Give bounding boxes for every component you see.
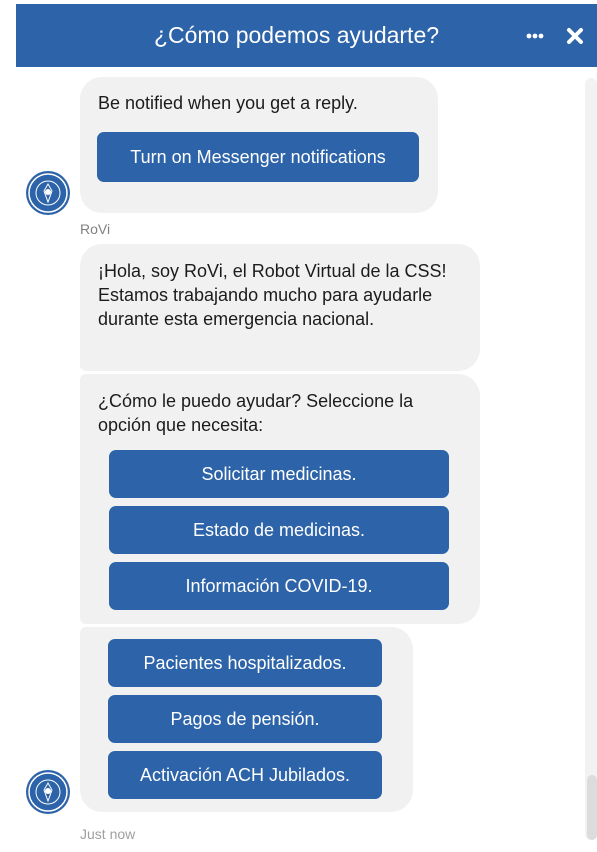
message-timestamp: Just now (80, 826, 136, 842)
greeting-bubble: ¡Hola, soy RoVi, el Robot Virtual de la … (80, 244, 480, 371)
sender-name: RoVi (80, 221, 111, 237)
prompt-text: ¿Cómo le puedo ayudar? Seleccione la opc… (98, 391, 414, 435)
option-pagos-pension-button[interactable]: Pagos de pensión. (108, 695, 382, 743)
greeting-text: ¡Hola, soy RoVi, el Robot Virtual de la … (98, 261, 447, 329)
notification-text: Be notified when you get a reply. (98, 93, 358, 113)
chat-title: ¿Cómo podemos ayudarte? (153, 22, 440, 48)
avatar (26, 171, 70, 215)
chat-header: ¿Cómo podemos ayudarte? (16, 4, 597, 67)
avatar (26, 770, 70, 814)
more-options-icon[interactable] (520, 4, 550, 67)
css-logo-icon (28, 772, 68, 812)
scrollbar-thumb[interactable] (587, 775, 597, 840)
turn-on-notifications-button[interactable]: Turn on Messenger notifications (97, 132, 419, 182)
option-estado-medicinas-button[interactable]: Estado de medicinas. (109, 506, 449, 554)
more-options-bubble: Pacientes hospitalizados. Pagos de pensi… (80, 627, 413, 812)
css-logo-icon (28, 173, 68, 213)
option-activacion-ach-button[interactable]: Activación ACH Jubilados. (108, 751, 382, 799)
close-icon[interactable] (560, 4, 590, 67)
notification-bubble: Be notified when you get a reply. Turn o… (80, 77, 438, 213)
scrollbar-track[interactable] (585, 78, 597, 840)
option-solicitar-medicinas-button[interactable]: Solicitar medicinas. (109, 450, 449, 498)
options-bubble: ¿Cómo le puedo ayudar? Seleccione la opc… (80, 374, 480, 624)
option-covid-info-button[interactable]: Información COVID-19. (109, 562, 449, 610)
option-pacientes-hospitalizados-button[interactable]: Pacientes hospitalizados. (108, 639, 382, 687)
